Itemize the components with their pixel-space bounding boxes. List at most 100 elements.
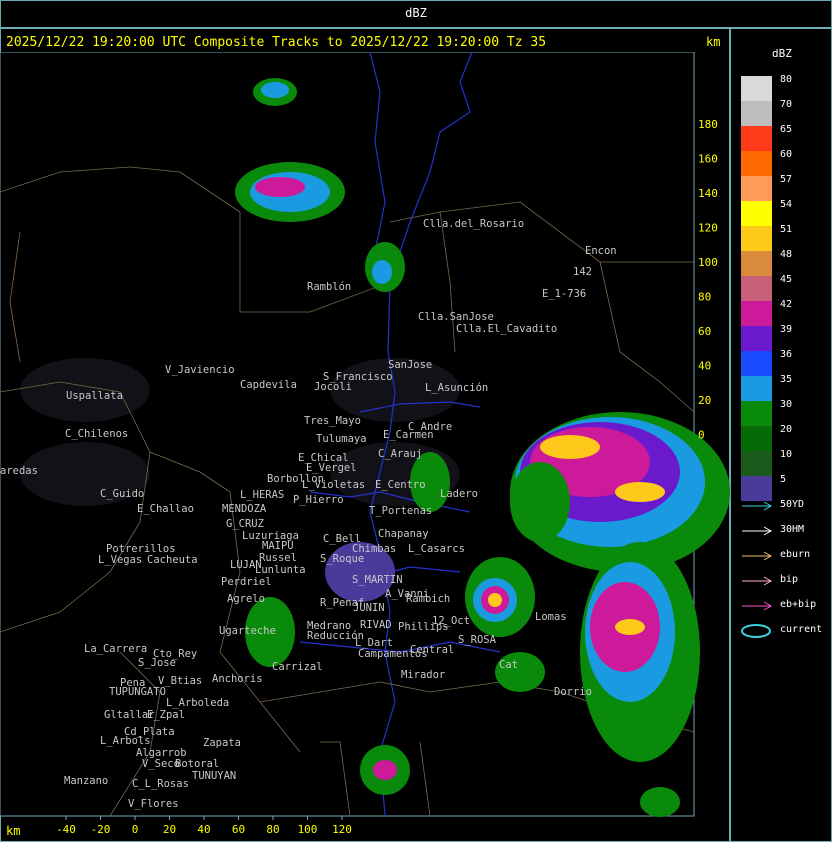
place-label: V_Flores (128, 798, 179, 810)
place-label: Clla.El_Cavadito (456, 323, 557, 335)
place-label: Mirador (401, 669, 445, 681)
place-label: Ladero (440, 488, 478, 500)
legend-swatch (741, 251, 772, 276)
radar-echo (255, 177, 305, 197)
place-label: La_Carrera (84, 643, 147, 655)
place-label: E_Challao (137, 503, 194, 515)
place-label: C_Arauj (378, 448, 422, 460)
track-label: eb+bip (780, 599, 817, 610)
legend-swatch (741, 176, 772, 201)
radar-echo (495, 652, 545, 692)
radar-echo (615, 619, 645, 635)
radar-echo (510, 462, 570, 542)
place-label: L_Violetas (302, 479, 365, 491)
y-axis: 180 160 140 120 100 80 60 40 20 0 (698, 118, 718, 442)
place-label: C_Chilenos (65, 428, 128, 440)
legend-value: 54 (780, 199, 793, 210)
y-tick-label: 20 (698, 394, 711, 407)
track-label: 30HM (780, 524, 805, 535)
legend-swatch (741, 276, 772, 301)
place-label: Lomas (535, 611, 567, 623)
radar-map[interactable]: Clla.del_Rosario Ramblón Clla.SanJoseClla.… (0, 52, 730, 842)
place-label: L_HERAS (240, 489, 284, 501)
x-tick-label: 100 (298, 823, 318, 836)
legend-value: 45 (780, 274, 793, 285)
km-label-top: km (706, 35, 721, 49)
place-label: E_Zpal (147, 709, 185, 721)
legend-value: 36 (780, 349, 793, 360)
x-tick-label: 0 (132, 823, 139, 836)
place-label: aredas (0, 465, 38, 477)
track-arrow-icon (742, 501, 773, 511)
legend-value: 5 (780, 474, 787, 485)
place-label: Zapata (203, 737, 241, 749)
track-label: eburn (780, 549, 811, 560)
y-tick-label: 180 (698, 118, 718, 131)
track-label: current (780, 624, 823, 635)
legend-value: 80 (780, 74, 793, 85)
place-label: S_MARTIN (352, 574, 403, 586)
legend-value: 48 (780, 249, 793, 260)
y-tick-label: 60 (698, 325, 711, 338)
place-label: P_Hierro (293, 494, 344, 506)
legend-swatch (741, 151, 772, 176)
y-tick-label: 80 (698, 291, 711, 304)
radar-echo (615, 482, 665, 502)
track-arrow-icon (742, 601, 773, 611)
place-label: Cat (499, 659, 518, 671)
legend-value: 57 (780, 174, 793, 185)
place-label: Chapanay (378, 528, 429, 540)
track-label: 50YD (780, 499, 805, 510)
place-label: E_Carmen (383, 429, 434, 441)
y-tick-label: 100 (698, 256, 718, 269)
place-label: Tulumaya (316, 433, 367, 445)
x-tick-label: 120 (332, 823, 352, 836)
place-label: L_Vegas (98, 554, 142, 566)
track-arrow-icon (742, 551, 773, 561)
place-label: 12_Oct (432, 615, 470, 627)
x-tick-label: 80 (266, 823, 279, 836)
radar-echo (488, 593, 502, 607)
place-label: Jocoli (314, 381, 352, 393)
legend-value: 70 (780, 99, 793, 110)
place-label: Dorrio (554, 686, 592, 698)
place-label: Russel (259, 552, 297, 564)
place-label: L_Arboleda (166, 697, 229, 709)
legend-title: dBZ (772, 47, 792, 60)
y-tick-label: 40 (698, 360, 711, 373)
legend-swatch (741, 201, 772, 226)
legend-value: 60 (780, 149, 793, 160)
legend-swatch (741, 451, 772, 476)
legend-value: 30 (780, 399, 793, 410)
place-label: Ugarteche (219, 625, 276, 637)
y-tick-label: 120 (698, 222, 718, 235)
panel-title: dBZ (405, 6, 427, 20)
place-label: Ramblón (307, 281, 351, 293)
place-label: C_Guido (100, 488, 144, 500)
place-label: L_Arbols (100, 735, 151, 747)
legend-swatch (741, 326, 772, 351)
radar-echo (261, 82, 289, 98)
place-label: 142 (573, 266, 592, 278)
x-tick-label: 40 (197, 823, 210, 836)
place-label: Manzano (64, 775, 108, 787)
place-label: TUNUYAN (192, 770, 236, 782)
place-label: Rambich (406, 593, 450, 605)
place-label: V_Javiencio (165, 364, 235, 376)
legend-swatch (741, 376, 772, 401)
place-label: Anchoris (212, 673, 263, 685)
radar-echo (372, 260, 392, 284)
place-label: S_Roque (320, 553, 364, 565)
place-label: C_L_Rosas (132, 778, 189, 790)
track-label: bip (780, 574, 799, 585)
legend-swatch (741, 226, 772, 251)
x-tick-label: 20 (163, 823, 176, 836)
y-tick-label: 0 (698, 429, 705, 442)
composite-header: 2025/12/22 19:20:00 UTC Composite Tracks… (6, 35, 547, 50)
legend-swatch (741, 351, 772, 376)
legend-value: 10 (780, 449, 793, 460)
legend-value: 20 (780, 424, 793, 435)
legend-value: 42 (780, 299, 793, 310)
place-label: Uspallata (66, 390, 123, 402)
legend-swatch (741, 76, 772, 101)
